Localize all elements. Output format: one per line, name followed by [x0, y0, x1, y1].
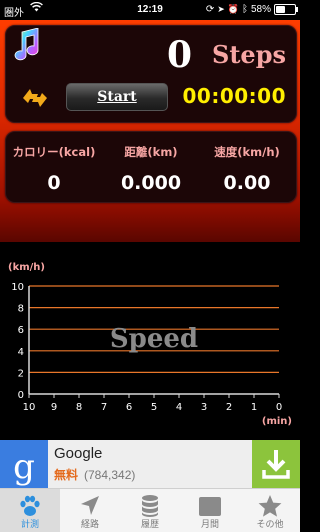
tab-route[interactable]: 経路	[60, 489, 120, 532]
x-axis-label: (min)	[262, 416, 292, 427]
music-note-icon[interactable]	[10, 27, 42, 66]
speed-chart-svg: 024681010 9 8 7 6 5 4 3 2 1 0(km/h)(min)Speed	[8, 262, 292, 427]
calorie-label: カロリー(kcal)	[12, 145, 96, 159]
ad-banner[interactable]: g Google 無料 (784,342)	[0, 440, 300, 488]
location-arrow-icon	[81, 496, 99, 515]
calorie-value: 0	[47, 172, 61, 194]
battery-percent: 58%	[250, 4, 271, 15]
paw-icon	[20, 495, 40, 516]
tab-history[interactable]: 履歴	[120, 489, 180, 532]
distance-value: 0.000	[120, 172, 182, 194]
reset-arrows-icon[interactable]	[20, 86, 50, 114]
speed-value: 0.00	[223, 172, 271, 194]
ad-subtitle: 無料 (784,342)	[54, 466, 135, 483]
google-logo-icon: g	[0, 440, 48, 488]
chart-title: Speed	[110, 324, 198, 354]
location-icon: ➤	[217, 4, 225, 14]
ad-review-count: (784,342)	[84, 468, 136, 482]
speed-chart: 0 2 4 6 8 10 10 9 8 7 6 5 4 3 2 1 0 (km/h) (min) Speed	[0, 242, 300, 440]
distance-label: 距離(km)	[124, 145, 178, 159]
tab-other-label: その他	[256, 520, 284, 530]
x-tick-label-0: 0	[276, 402, 282, 413]
tab-bar: 計測 経路 履歴 月間 その他	[0, 488, 300, 532]
distance-stat: 距離(km) 0.000	[103, 144, 199, 194]
calorie-stat: カロリー(kcal) 0	[6, 144, 102, 194]
status-bar: 圏外 12:19 ⟳ ➤ ⏰ ᛒ 58%	[0, 0, 300, 20]
y-tick-label-4: 4	[18, 347, 24, 358]
database-icon	[142, 495, 158, 517]
y-tick-label-8: 8	[18, 304, 24, 315]
x-tick-label-10: 10	[23, 402, 36, 413]
steps-label: Steps	[212, 40, 286, 69]
tab-monthly[interactable]: 月間	[180, 489, 240, 532]
x-tick-label-9: 9	[51, 402, 57, 413]
ad-price: 無料	[54, 468, 79, 482]
svg-text:g: g	[13, 447, 35, 487]
y-tick-label-6: 6	[18, 325, 24, 336]
tab-route-label: 経路	[80, 520, 99, 530]
ad-title: Google	[54, 445, 103, 462]
speed-label: 速度(km/h)	[214, 145, 280, 159]
x-tick-label-5: 5	[151, 402, 157, 413]
x-tick-label-2: 2	[226, 402, 232, 413]
x-tick-label-7: 7	[101, 402, 107, 413]
alarm-icon: ⏰	[227, 4, 239, 14]
calendar-icon	[199, 497, 221, 516]
tab-monthly-label: 月間	[200, 520, 219, 530]
x-tick-label-3: 3	[201, 402, 207, 413]
star-icon	[258, 495, 282, 517]
battery-icon	[274, 4, 298, 15]
tab-measure[interactable]: 計測	[0, 489, 60, 532]
speed-stat: 速度(km/h) 0.00	[199, 144, 295, 194]
tab-history-label: 履歴	[140, 520, 159, 530]
download-icon[interactable]	[252, 440, 300, 488]
x-tick-label-4: 4	[176, 402, 182, 413]
steps-count: 0	[166, 34, 192, 76]
orientation-lock-icon: ⟳	[205, 4, 215, 15]
x-tick-label-6: 6	[126, 402, 132, 413]
bluetooth-icon: ᛒ	[241, 4, 248, 15]
y-axis-label: (km/h)	[8, 262, 45, 273]
stats-panel: カロリー(kcal) 0 距離(km) 0.000 速度(km/h) 0.00	[5, 131, 297, 203]
start-button[interactable]: Start	[66, 83, 168, 111]
y-tick-label-10: 10	[11, 282, 24, 293]
x-tick-label-1: 1	[251, 402, 257, 413]
y-tick-label-0: 0	[18, 390, 24, 401]
tab-measure-label: 計測	[20, 520, 39, 530]
y-tick-label-2: 2	[18, 368, 24, 379]
x-tick-label-8: 8	[76, 402, 82, 413]
elapsed-timer: 00:00:00	[182, 84, 286, 108]
steps-panel: 0 Steps Start 00:00:00	[5, 25, 297, 123]
tab-other[interactable]: その他	[240, 489, 300, 532]
